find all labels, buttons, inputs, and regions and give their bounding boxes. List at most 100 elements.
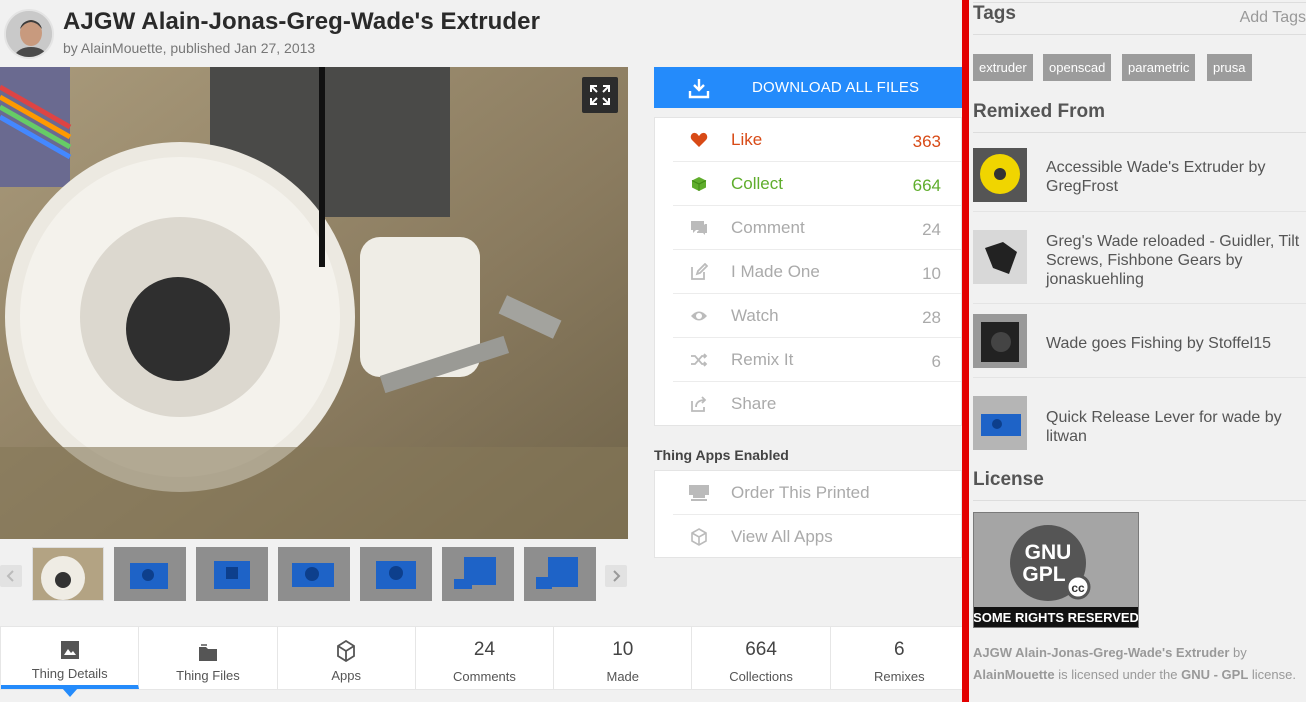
thumbnail-7[interactable]: [524, 547, 596, 601]
section-rule: [973, 500, 1306, 501]
download-icon: [654, 77, 744, 99]
cc-text: cc: [1071, 581, 1085, 595]
tag-prusa[interactable]: prusa: [1207, 54, 1252, 81]
tag-extruder[interactable]: extruder: [973, 54, 1033, 81]
view-all-apps-label: View All Apps: [731, 527, 833, 546]
download-all-files-button[interactable]: DOWNLOAD ALL FILES: [654, 67, 962, 108]
page-title: AJGW Alain-Jonas-Greg-Wade's Extruder: [63, 8, 541, 35]
tab-apps[interactable]: Apps: [278, 627, 416, 689]
tab-count: 10: [612, 638, 634, 660]
thing-tabs: Thing Details Thing Files Apps 24 Commen…: [0, 626, 969, 690]
license-heading: License: [973, 469, 1044, 490]
remix-title[interactable]: Greg's Wade reloaded - Guidler, Tilt Scr…: [1046, 232, 1302, 289]
remix-item[interactable]: Greg's Wade reloaded - Guidler, Tilt Scr…: [973, 222, 1306, 304]
thumbnail-prev-button[interactable]: [0, 565, 22, 587]
tab-count: 24: [473, 638, 496, 660]
remix-item[interactable]: Quick Release Lever for wade by litwan: [973, 388, 1306, 460]
i-made-one-label: I Made One: [731, 261, 820, 281]
remix-item[interactable]: Wade goes Fishing by Stoffel15: [973, 306, 1306, 378]
thumbnail-2[interactable]: [114, 547, 186, 601]
thumbnail-4[interactable]: [278, 547, 350, 601]
thumbnail-3[interactable]: [196, 547, 268, 601]
like-button[interactable]: Like 363: [673, 118, 961, 162]
tab-remixes[interactable]: 6 Remixes: [831, 627, 968, 689]
remix-it-button[interactable]: Remix It 6: [673, 338, 961, 382]
view-all-apps-button[interactable]: View All Apps: [673, 515, 961, 559]
tag-parametric[interactable]: parametric: [1122, 54, 1196, 81]
license-end: license.: [1248, 667, 1296, 682]
heart-icon: [687, 130, 711, 150]
tab-collections[interactable]: 664 Collections: [692, 627, 831, 689]
thumbnail-next-button[interactable]: [605, 565, 627, 587]
folder-icon: [198, 638, 218, 662]
shuffle-icon: [687, 350, 711, 370]
collect-count: 664: [912, 176, 941, 195]
remix-thumbnail[interactable]: [973, 148, 1027, 202]
share-icon: [687, 394, 711, 414]
download-label: DOWNLOAD ALL FILES: [752, 79, 920, 96]
author-avatar[interactable]: [4, 9, 54, 59]
share-label: Share: [731, 394, 777, 413]
byline[interactable]: by AlainMouette, published Jan 27, 2013: [63, 40, 315, 56]
tab-label: Comments: [453, 668, 516, 684]
collect-label: Collect: [731, 173, 783, 193]
divider: [962, 0, 969, 702]
main-thing-image[interactable]: [0, 67, 628, 539]
tab-label: Made: [606, 668, 640, 684]
remix-it-label: Remix It: [731, 349, 794, 369]
remix-title[interactable]: Wade goes Fishing by Stoffel15: [1046, 334, 1302, 353]
printer-icon: [687, 483, 711, 503]
tags-heading: Tags: [973, 3, 1016, 24]
watch-count: 28: [922, 308, 941, 327]
license-badge[interactable]: GNU GPL cc SOME RIGHTS RESERVED: [973, 512, 1139, 628]
tab-count: 6: [894, 638, 905, 660]
some-rights-reserved-text: SOME RIGHTS RESERVED: [974, 610, 1138, 625]
like-label: Like: [731, 129, 763, 149]
like-count: 363: [912, 132, 941, 151]
tab-label: Apps: [331, 667, 362, 683]
license-author-link[interactable]: AlainMouette: [973, 667, 1055, 682]
remix-thumbnail[interactable]: [973, 314, 1027, 368]
remix-thumbnail[interactable]: [973, 230, 1027, 284]
gnu-text: GNU: [1025, 541, 1072, 564]
tab-label: Thing Details: [31, 665, 108, 681]
remix-item[interactable]: Accessible Wade's Extruder by GregFrost: [973, 140, 1306, 212]
box-icon: [336, 638, 356, 662]
tab-thing-details[interactable]: Thing Details: [1, 627, 140, 689]
watch-button[interactable]: Watch 28: [673, 294, 961, 338]
watch-label: Watch: [731, 305, 779, 325]
license-thing-link[interactable]: AJGW Alain-Jonas-Greg-Wade's Extruder: [973, 645, 1229, 660]
right-sidebar: Tags Add Tags extruder openscad parametr…: [969, 0, 1306, 702]
license-text: AJGW Alain-Jonas-Greg-Wade's Extruder by…: [973, 642, 1306, 686]
box-icon: [687, 527, 711, 547]
share-button[interactable]: Share: [673, 382, 961, 426]
tab-label: Remixes: [874, 668, 925, 684]
collect-button[interactable]: Collect 664: [673, 162, 961, 206]
tab-thing-files[interactable]: Thing Files: [139, 627, 278, 689]
remix-thumbnail[interactable]: [973, 396, 1027, 450]
tag-openscad[interactable]: openscad: [1043, 54, 1112, 81]
remix-title[interactable]: Quick Release Lever for wade by litwan: [1046, 408, 1302, 446]
add-tags-link[interactable]: Add Tags: [1240, 9, 1306, 27]
tab-comments[interactable]: 24 Comments: [416, 627, 555, 689]
thumbnail-strip: [0, 544, 628, 606]
expand-icon[interactable]: [582, 77, 618, 113]
thumbnail-1[interactable]: [32, 547, 104, 601]
cube-icon: [687, 174, 711, 194]
comment-button[interactable]: Comment 24: [673, 206, 961, 250]
section-rule: [973, 34, 1306, 35]
remix-it-count: 6: [931, 352, 941, 371]
thumbnail-5[interactable]: [360, 547, 432, 601]
section-rule: [973, 2, 1306, 3]
remix-title[interactable]: Accessible Wade's Extruder by GregFrost: [1046, 158, 1302, 196]
i-made-one-button[interactable]: I Made One 10: [673, 250, 961, 294]
section-rule: [973, 132, 1306, 133]
license-name-link[interactable]: GNU - GPL: [1181, 667, 1248, 682]
apps-heading: Thing Apps Enabled: [654, 447, 789, 463]
thumbnail-6[interactable]: [442, 547, 514, 601]
details-icon: [60, 636, 80, 660]
order-this-printed-button[interactable]: Order This Printed: [673, 471, 961, 515]
gpl-text: GPL: [1022, 563, 1065, 586]
tab-made[interactable]: 10 Made: [554, 627, 693, 689]
i-made-one-count: 10: [922, 264, 941, 283]
